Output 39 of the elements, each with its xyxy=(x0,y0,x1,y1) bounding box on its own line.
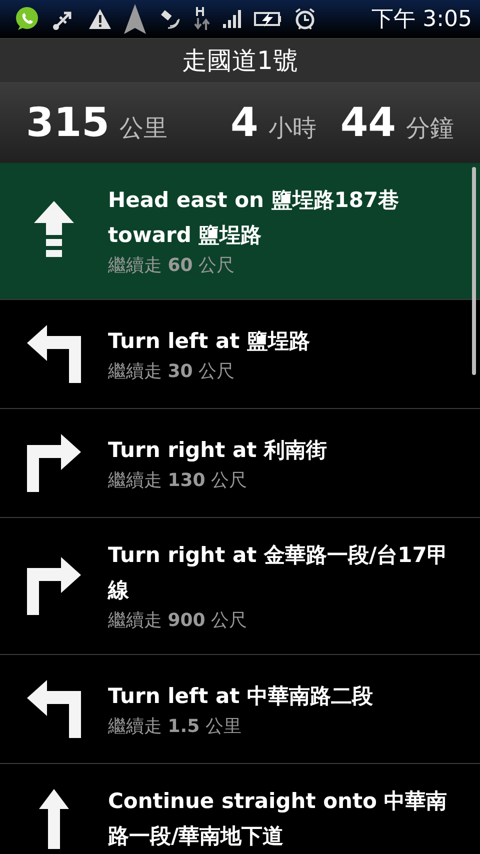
direction-step[interactable]: Continue straight onto 中華南路一段/華南地下道 xyxy=(0,764,480,854)
scrollbar[interactable] xyxy=(472,167,476,375)
left-turn-arrow-icon xyxy=(27,680,81,738)
navigation-arrow-icon xyxy=(124,4,146,34)
battery-charging-icon xyxy=(254,10,282,28)
clock-time: 下午 3:05 xyxy=(372,6,472,34)
instruction-text: Turn left at 中華南路二段 xyxy=(108,682,374,710)
direction-step[interactable]: Turn left at 鹽埕路 繼續走 30 公尺 xyxy=(0,300,480,409)
hours-value: 4 xyxy=(230,100,258,146)
warning-icon xyxy=(88,8,112,30)
data-arrows-icon xyxy=(194,6,210,32)
signal-icon xyxy=(222,9,242,29)
minutes-unit: 分鐘 xyxy=(406,112,454,144)
step-distance: 繼續走 130 公尺 xyxy=(108,468,248,492)
minutes-value: 44 xyxy=(340,100,396,146)
instruction-text: Continue straight onto 中華南路一段/華南地下道 xyxy=(108,788,448,850)
distance-value: 315 xyxy=(26,100,110,146)
route-title: 走國道1號 xyxy=(0,38,480,82)
direction-step[interactable]: Turn right at 利南街 繼續走 130 公尺 xyxy=(0,409,480,518)
distance-unit: 公里 xyxy=(120,112,168,144)
left-turn-arrow-icon xyxy=(27,325,81,383)
step-distance: 繼續走 1.5 公里 xyxy=(108,714,242,738)
step-distance: 繼續走 900 公尺 xyxy=(108,609,248,633)
direction-step[interactable]: Turn left at 中華南路二段 繼續走 1.5 公里 xyxy=(0,655,480,764)
right-turn-arrow-icon xyxy=(27,434,81,492)
hours-unit: 小時 xyxy=(268,112,316,144)
instruction-text: Turn right at 金華路一段/台17甲線 xyxy=(108,542,449,604)
satellite-icon xyxy=(158,8,182,30)
step-distance: 繼續走 30 公尺 xyxy=(108,360,236,384)
direction-step[interactable]: Turn right at 金華路一段/台17甲線 繼續走 900 公尺 xyxy=(0,518,480,655)
instruction-text: Turn left at 鹽埕路 xyxy=(108,328,312,354)
alarm-clock-icon xyxy=(294,7,316,31)
step-distance: 繼續走 60 公尺 xyxy=(108,254,236,278)
right-turn-arrow-icon xyxy=(27,557,81,615)
instruction-text: Head east on 鹽埕路187巷 toward 鹽埕路 xyxy=(108,187,400,249)
direction-step[interactable]: Head east on 鹽埕路187巷 toward 鹽埕路 繼續走 60 公尺 xyxy=(0,163,480,300)
chat-bubble-icon xyxy=(14,6,40,32)
instruction-text: Turn right at 利南街 xyxy=(108,436,328,464)
straight-arrow-icon xyxy=(39,789,69,849)
